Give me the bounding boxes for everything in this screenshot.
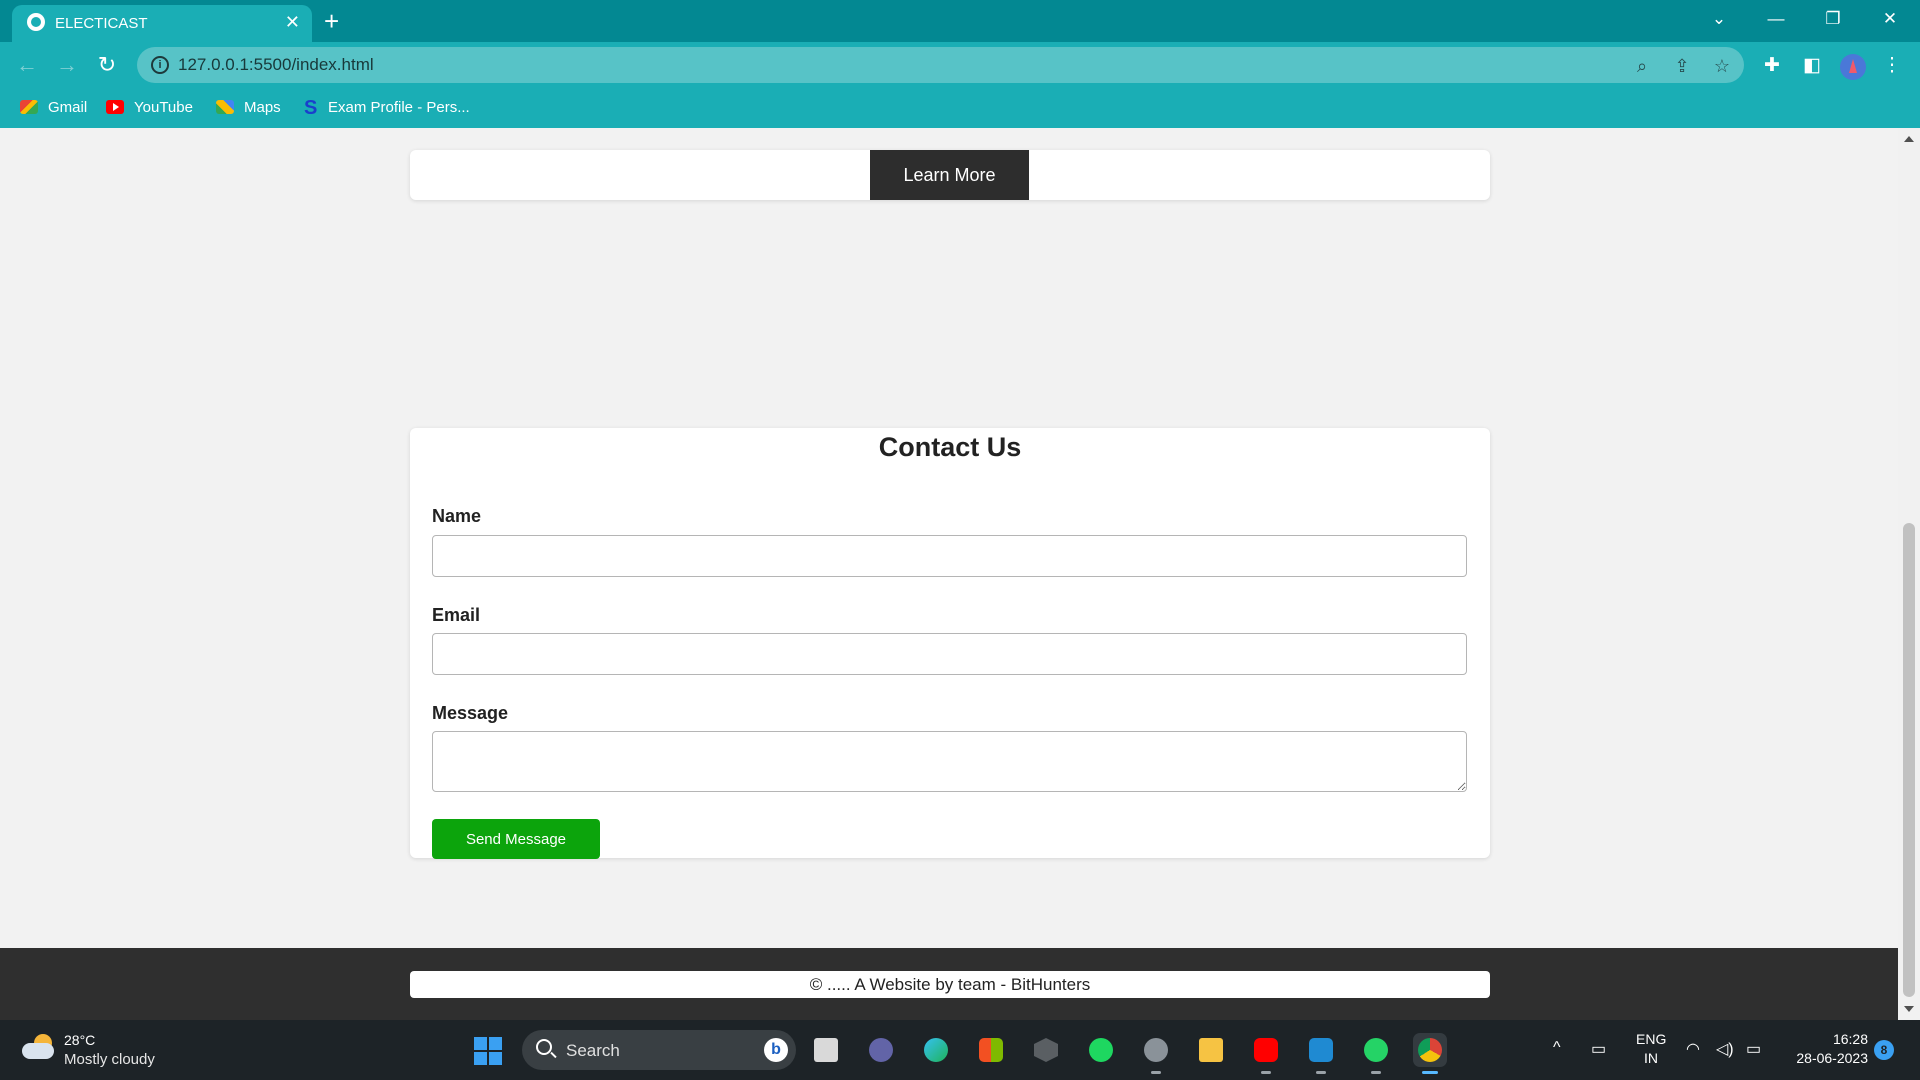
message-label: Message xyxy=(432,703,509,723)
start-button[interactable] xyxy=(474,1037,503,1066)
bookmark-maps[interactable]: Maps xyxy=(216,95,281,121)
store-icon[interactable] xyxy=(974,1033,1008,1067)
tab-search-icon[interactable]: ⌄ xyxy=(1699,6,1739,32)
browser-toolbar: ← → ↻ i 127.0.0.1:5500/index.html ⌕ ⇪ ☆ … xyxy=(0,42,1920,88)
side-panel-icon[interactable]: ◧ xyxy=(1800,54,1824,78)
bookmark-label: Gmail xyxy=(48,99,88,116)
whatsapp-icon[interactable] xyxy=(1359,1033,1393,1074)
bookmark-exam-profile[interactable]: S Exam Profile - Pers... xyxy=(304,95,470,121)
close-window-button[interactable]: ✕ xyxy=(1870,6,1910,32)
menu-icon[interactable]: ⋮ xyxy=(1880,54,1904,78)
taskbar-search[interactable]: Search b xyxy=(522,1030,796,1070)
learn-more-button[interactable]: Learn More xyxy=(870,150,1029,200)
lang-bottom: IN xyxy=(1644,1050,1658,1066)
minimize-button[interactable]: — xyxy=(1756,6,1796,32)
email-field[interactable] xyxy=(432,633,1467,675)
search-icon xyxy=(536,1039,552,1055)
battery-icon[interactable]: ▭ xyxy=(1746,1039,1761,1059)
hero-card: Learn More xyxy=(410,150,1490,200)
lang-top: ENG xyxy=(1636,1031,1667,1047)
bookmark-label: Maps xyxy=(244,99,281,116)
unity-icon[interactable] xyxy=(1029,1033,1063,1067)
browser-tab[interactable]: ELECTICAST ✕ xyxy=(12,5,312,42)
scroll-down-icon[interactable] xyxy=(1904,1006,1914,1012)
site-info-icon[interactable]: i xyxy=(151,56,169,74)
file-explorer-icon[interactable] xyxy=(1194,1033,1228,1067)
new-tab-button[interactable]: + xyxy=(324,7,339,35)
bing-icon[interactable]: b xyxy=(764,1038,788,1062)
task-view-icon[interactable] xyxy=(809,1033,843,1067)
extensions-icon[interactable]: ✚ xyxy=(1760,54,1784,78)
keyboard-icon[interactable]: ▭ xyxy=(1591,1039,1606,1059)
settings-icon[interactable] xyxy=(1139,1033,1173,1074)
gmail-icon xyxy=(20,100,38,114)
globe-icon xyxy=(27,13,45,31)
send-message-button[interactable]: Send Message xyxy=(432,819,600,859)
volume-icon[interactable]: ◁) xyxy=(1716,1039,1734,1059)
bookmark-youtube[interactable]: YouTube xyxy=(106,95,193,121)
forward-icon[interactable]: → xyxy=(52,50,82,80)
bookmark-label: Exam Profile - Pers... xyxy=(328,99,470,116)
profile-avatar[interactable] xyxy=(1840,54,1866,80)
youtube-app-icon[interactable] xyxy=(1249,1033,1283,1074)
scroll-up-icon[interactable] xyxy=(1904,136,1914,142)
restore-button[interactable]: ❐ xyxy=(1813,6,1853,32)
tray-overflow-icon[interactable]: ^ xyxy=(1553,1039,1561,1057)
teams-icon[interactable] xyxy=(864,1033,898,1067)
page-viewport: Learn More Contact Us Name Email Message… xyxy=(0,128,1898,1020)
clock-date: 28-06-2023 xyxy=(1796,1050,1868,1066)
bookmarks-bar: Gmail YouTube Maps S Exam Profile - Pers.… xyxy=(0,88,1920,128)
bookmark-star-icon[interactable]: ☆ xyxy=(1711,55,1733,77)
taskbar: 28°C Mostly cloudy Search b ^ ▭ ENG IN ◠… xyxy=(0,1020,1920,1080)
bookmark-label: YouTube xyxy=(134,99,193,116)
share-icon[interactable]: ⇪ xyxy=(1671,55,1693,77)
weather-icon[interactable] xyxy=(22,1034,56,1060)
close-tab-icon[interactable]: ✕ xyxy=(285,12,300,32)
notification-badge[interactable]: 8 xyxy=(1874,1040,1894,1060)
footer-text: © ..... A Website by team - BitHunters xyxy=(410,971,1490,998)
name-field[interactable] xyxy=(432,535,1467,577)
name-label: Name xyxy=(432,506,482,526)
contact-title: Contact Us xyxy=(878,432,1022,462)
back-icon[interactable]: ← xyxy=(12,50,42,80)
search-label: Search xyxy=(566,1041,620,1060)
reload-icon[interactable]: ↻ xyxy=(92,50,122,80)
clock[interactable]: 16:28 28-06-2023 xyxy=(1784,1030,1868,1068)
email-label: Email xyxy=(432,605,481,625)
scrollbar-thumb[interactable] xyxy=(1903,523,1915,997)
bookmark-gmail[interactable]: Gmail xyxy=(20,95,87,121)
edge-icon[interactable] xyxy=(919,1033,953,1067)
tab-strip: ELECTICAST ✕ + ⌄ — ❐ ✕ xyxy=(0,0,1920,42)
wifi-icon[interactable]: ◠ xyxy=(1686,1039,1700,1059)
address-bar[interactable]: i 127.0.0.1:5500/index.html ⌕ ⇪ ☆ xyxy=(137,47,1744,83)
url-text[interactable]: 127.0.0.1:5500/index.html xyxy=(178,55,374,75)
language-indicator[interactable]: ENG IN xyxy=(1636,1030,1666,1068)
exam-profile-icon: S xyxy=(304,97,318,119)
youtube-icon xyxy=(106,100,124,114)
weather-temperature[interactable]: 28°C xyxy=(64,1032,95,1048)
tab-title: ELECTICAST xyxy=(55,15,148,32)
weather-description[interactable]: Mostly cloudy xyxy=(64,1051,155,1068)
contact-form-card: Contact Us Name Email Message Send Messa… xyxy=(410,428,1490,859)
spotify-icon[interactable] xyxy=(1084,1033,1118,1067)
chrome-icon[interactable] xyxy=(1413,1033,1447,1074)
zoom-icon[interactable]: ⌕ xyxy=(1631,55,1653,77)
maps-icon xyxy=(216,100,234,114)
message-field[interactable] xyxy=(432,731,1467,792)
vscode-icon[interactable] xyxy=(1304,1033,1338,1074)
site-footer: © ..... A Website by team - BitHunters xyxy=(0,948,1898,1020)
clock-time: 16:28 xyxy=(1832,1031,1868,1047)
page-scrollbar[interactable] xyxy=(1898,128,1920,1020)
